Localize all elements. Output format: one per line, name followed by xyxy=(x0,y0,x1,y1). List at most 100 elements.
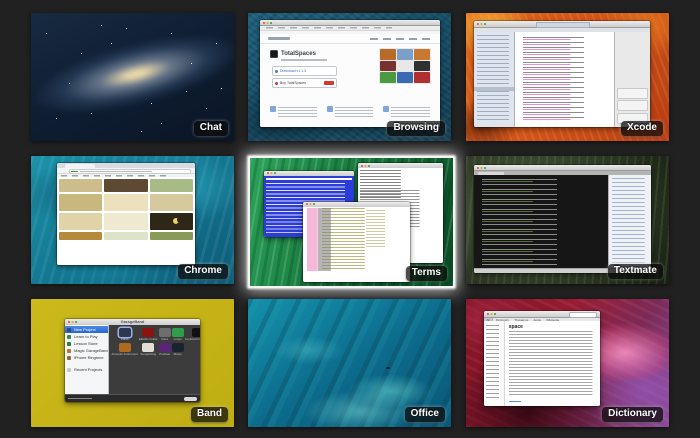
sidebar-item-recent-projects: Recent Projects xyxy=(65,366,108,373)
podcast-icon xyxy=(159,343,171,352)
garageband-body: New Project Learn to Play Lesson Store M… xyxy=(65,325,200,395)
traffic-lights-icon xyxy=(477,167,479,169)
dictionary-definition-pane: space xyxy=(505,321,600,406)
safari-window: TotalSpaces Download v1.1.3 Buy TotalSpa… xyxy=(260,20,440,127)
lesson-store-icon xyxy=(67,342,71,346)
recent-projects-icon xyxy=(67,368,71,372)
open-button xyxy=(184,397,197,401)
totalspaces-page: TotalSpaces Download v1.1.3 Buy TotalSpa… xyxy=(260,34,440,127)
boat-speck xyxy=(386,367,390,369)
space-cell-browsing[interactable]: TotalSpaces Download v1.1.3 Buy TotalSpa… xyxy=(248,13,451,141)
bottom-bar-option xyxy=(68,398,92,400)
space-cell-chat[interactable]: Chat xyxy=(31,13,234,141)
textmate-file-browser xyxy=(608,175,651,269)
space-cell-textmate[interactable]: Textmate xyxy=(466,156,669,284)
space-cell-xcode[interactable]: Xcode xyxy=(466,13,669,141)
space-label-xcode: Xcode xyxy=(621,121,663,136)
xcode-navigator-sidebar xyxy=(474,32,515,127)
traffic-lights-icon xyxy=(263,22,265,24)
stars-decoration xyxy=(31,13,32,14)
feature-columns xyxy=(270,106,430,122)
textmate-main-area xyxy=(474,175,651,269)
xcode-titlebar xyxy=(474,21,650,28)
https-lock-icon xyxy=(71,171,78,173)
xcode-help-list xyxy=(617,88,648,124)
site-nav-links xyxy=(370,38,432,40)
screenshot-grid xyxy=(379,48,431,84)
dictionary-body: space xyxy=(484,321,600,406)
project-electric-guitar: Electric Guitar xyxy=(139,328,158,341)
xcode-main-area xyxy=(474,32,650,127)
terminal-window-log xyxy=(303,202,411,283)
chrome-toolbar xyxy=(57,168,195,174)
garageband-project-grid: Piano Electric Guitar Voice Loops Keyboa… xyxy=(109,325,200,395)
new-project-icon xyxy=(67,328,71,332)
loops-icon xyxy=(172,328,184,337)
space-label-browsing: Browsing xyxy=(387,121,445,136)
project-songwriting: Songwriting xyxy=(139,343,158,356)
url-text xyxy=(80,171,152,173)
space-label-chrome: Chrome xyxy=(178,264,228,279)
textmate-dark-editor xyxy=(474,175,608,269)
bookmarks-bar xyxy=(260,26,440,31)
definition-text xyxy=(509,331,596,403)
iphone-ringtone-icon xyxy=(67,356,71,360)
garageband-bottom-bar xyxy=(65,394,200,402)
spaces-grid-overview: Chat TotalSpaces Download v1.1.3 xyxy=(0,0,700,438)
acoustic-guitar-icon xyxy=(119,343,131,352)
space-cell-office[interactable]: Office xyxy=(248,299,451,427)
page-header xyxy=(260,34,440,44)
sidebar-item-new-project: New Project xyxy=(65,326,108,333)
garageband-sidebar: New Project Learn to Play Lesson Store M… xyxy=(65,325,109,395)
dictionary-titlebar xyxy=(484,311,600,318)
keyboard-icon xyxy=(192,328,200,337)
xcode-code-editor xyxy=(515,32,613,127)
traffic-lights-icon xyxy=(267,172,269,174)
space-label-dictionary: Dictionary xyxy=(602,407,663,422)
headword: space xyxy=(509,324,596,330)
project-loops: Loops xyxy=(172,328,184,341)
project-movie: Movie xyxy=(172,343,184,356)
totalspaces-title: TotalSpaces xyxy=(281,51,316,57)
moon-image xyxy=(150,213,193,230)
sidebar-item-learn-to-play: Learn to Play xyxy=(65,333,108,340)
traffic-lights-icon xyxy=(306,203,308,205)
space-cell-chrome[interactable]: Chrome xyxy=(31,156,234,284)
chrome-address-bar xyxy=(69,169,191,174)
sidebar-item-lesson-store: Lesson Store xyxy=(65,340,108,347)
selected-file-row xyxy=(474,87,514,91)
traffic-lights-icon xyxy=(487,313,489,315)
download-button: Download v1.1.3 xyxy=(272,66,337,76)
sidebar-item-iphone-ringtone: iPhone Ringtone xyxy=(65,354,108,361)
learn-to-play-icon xyxy=(67,335,71,339)
magic-garageband-icon xyxy=(67,349,71,353)
sidebar-item-magic-garageband: Magic GarageBand xyxy=(65,347,108,354)
space-label-chat: Chat xyxy=(194,121,228,136)
space-cell-dictionary[interactable]: All Dictionary Thesaurus Apple Wikipedia… xyxy=(466,299,669,427)
totalspaces-tagline xyxy=(281,59,327,61)
piano-icon xyxy=(119,328,131,337)
project-keyboard-collection: Keyboard Collection xyxy=(185,328,200,341)
feature-icon xyxy=(327,106,333,112)
textmate-window xyxy=(474,165,651,273)
traffic-lights-icon xyxy=(361,165,363,167)
buy-icon xyxy=(275,82,278,85)
feature-icon xyxy=(270,106,276,112)
songwriting-icon xyxy=(142,343,154,352)
space-label-office: Office xyxy=(405,407,445,422)
chrome-window xyxy=(57,163,195,265)
price-chip xyxy=(324,81,334,85)
project-podcast: Podcast xyxy=(159,343,171,356)
space-label-terms: Terms xyxy=(406,266,447,281)
dictionary-window: All Dictionary Thesaurus Apple Wikipedia… xyxy=(484,311,600,406)
space-cell-band[interactable]: GarageBand New Project Learn to Play Les… xyxy=(31,299,234,427)
project-voice: Voice xyxy=(159,328,171,341)
space-label-band: Band xyxy=(191,407,228,422)
image-results-page xyxy=(57,177,195,265)
search-field xyxy=(569,312,597,318)
site-logo xyxy=(268,37,290,40)
buy-button: Buy TotalSpaces xyxy=(272,78,337,88)
movie-icon xyxy=(172,343,184,352)
traffic-lights-icon xyxy=(477,23,479,25)
space-cell-terms-selected[interactable]: Terms xyxy=(248,156,455,288)
